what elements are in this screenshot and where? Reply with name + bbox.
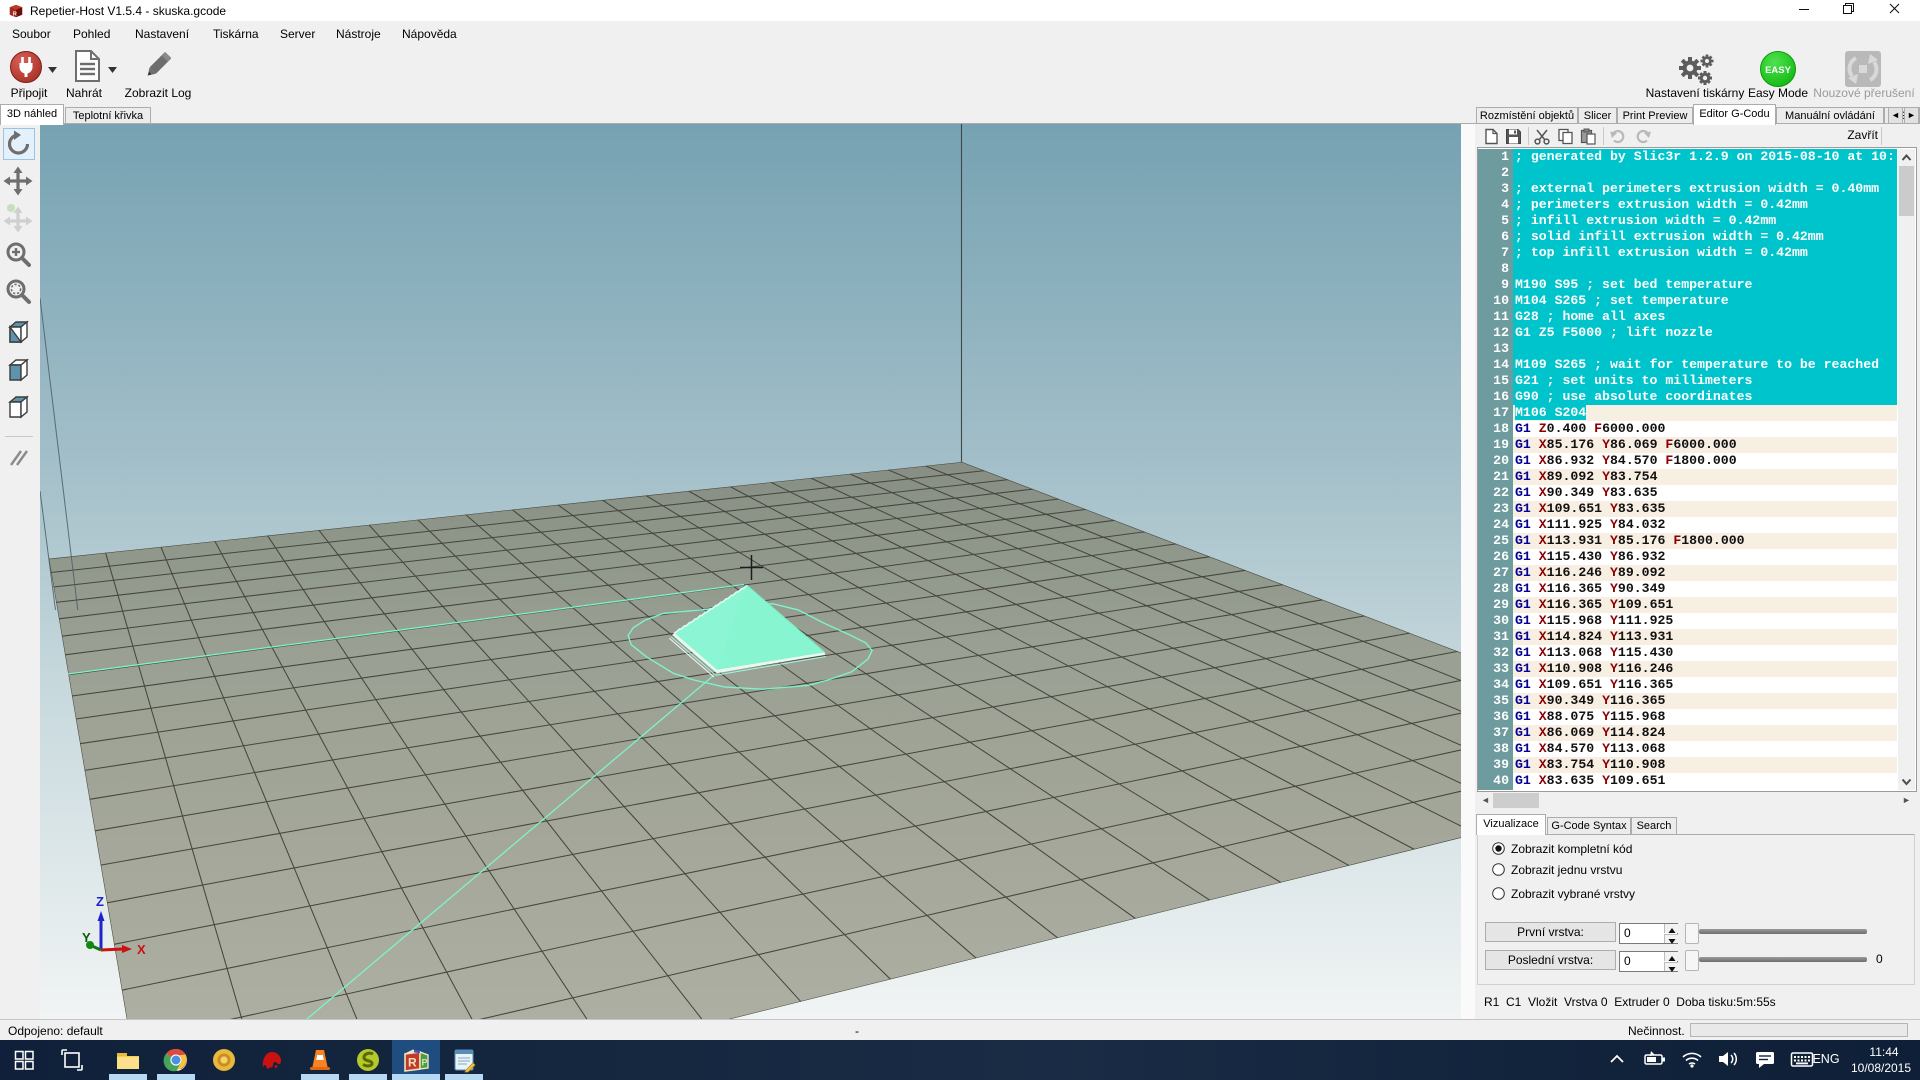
svg-text:EASY: EASY <box>1765 65 1792 76</box>
svg-text:P: P <box>422 1058 428 1068</box>
svg-text:Y: Y <box>82 930 91 945</box>
svg-text:R: R <box>408 1056 417 1070</box>
svg-text:R: R <box>13 11 17 17</box>
svg-text:Z: Z <box>96 894 104 909</box>
svg-text:X: X <box>137 942 146 957</box>
